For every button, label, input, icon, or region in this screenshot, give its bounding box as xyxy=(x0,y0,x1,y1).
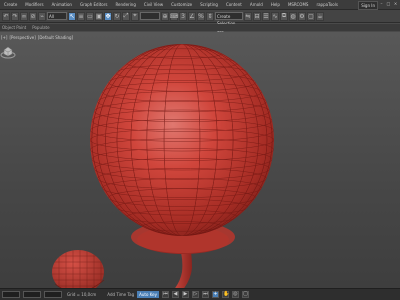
angle-snap-icon[interactable]: ∠ xyxy=(188,11,196,21)
play-icon[interactable]: ▶ xyxy=(181,291,189,298)
z-coordinate-field[interactable] xyxy=(44,291,62,298)
move-icon[interactable]: ✥ xyxy=(104,11,112,21)
align-icon[interactable]: ⊟ xyxy=(253,11,261,21)
grid-size-readout: Grid = 10,0cm xyxy=(67,292,97,297)
window-controls: – □ × xyxy=(379,1,398,7)
previous-frame-icon[interactable]: ◀ xyxy=(171,291,179,298)
orbit-icon[interactable]: ◎ xyxy=(231,291,239,298)
menu-modifiers[interactable]: Modifiers xyxy=(21,0,47,9)
undo-icon[interactable]: ↶ xyxy=(2,11,10,21)
menu-create[interactable]: Create xyxy=(0,0,21,9)
menu-animation[interactable]: Animation xyxy=(48,0,76,9)
keyboard-shortcut-icon[interactable]: ⌨ xyxy=(170,11,178,21)
maximize-button[interactable]: □ xyxy=(386,1,391,7)
percent-snap-icon[interactable]: % xyxy=(197,11,205,21)
material-editor-icon[interactable]: ◍ xyxy=(289,11,297,21)
mirror-icon[interactable]: ⇋ xyxy=(244,11,252,21)
viewcube-icon[interactable] xyxy=(0,44,16,60)
rotate-icon[interactable]: ↻ xyxy=(113,11,121,21)
minimize-button[interactable]: – xyxy=(379,1,384,7)
status-bar: Grid = 10,0cm Add Time Tag Auto Key ⏮ ◀ … xyxy=(0,288,400,300)
bind-icon[interactable]: ⌁ xyxy=(38,11,46,21)
menu-customize[interactable]: Customize xyxy=(167,0,196,9)
menu-arnold[interactable]: Arnold xyxy=(246,0,267,9)
menu-scripting[interactable]: Scripting xyxy=(196,0,222,9)
curve-editor-icon[interactable]: ∿ xyxy=(271,11,279,21)
y-coordinate-field[interactable] xyxy=(23,291,41,298)
pan-view-icon[interactable]: ✋ xyxy=(221,291,229,298)
maximize-viewport-icon[interactable]: ▢ xyxy=(241,291,249,298)
ribbon-tab-object-paint[interactable]: Object Paint xyxy=(2,25,26,30)
pivot-center-icon[interactable]: ⊕ xyxy=(161,11,169,21)
perspective-viewport[interactable]: [+] [Perspective] [Default Shading] xyxy=(0,32,400,288)
window-crossing-icon[interactable]: ▣ xyxy=(95,11,103,21)
next-frame-icon[interactable]: ▷ xyxy=(191,291,199,298)
viewport-point-of-view[interactable]: [Perspective] xyxy=(9,35,35,41)
close-button[interactable]: × xyxy=(393,1,398,7)
main-toolbar: ↶ ↷ ∞ ⊘ ⌁ All ↖ ≡ ▭ ▣ ✥ ↻ ⤢ ⌖ ⊕ ⌨ 3 ∠ % … xyxy=(0,10,400,33)
ribbon-tab-populate[interactable]: Populate xyxy=(32,25,49,30)
place-icon[interactable]: ⌖ xyxy=(131,11,139,21)
menu-rendering[interactable]: Rendering xyxy=(111,0,139,9)
go-to-end-icon[interactable]: ⏭ xyxy=(201,291,209,298)
menu-rappatools[interactable]: rappaTools xyxy=(312,0,341,9)
render-icon[interactable]: ☕ xyxy=(316,11,324,21)
menu-graph-editors[interactable]: Graph Editors xyxy=(76,0,111,9)
sign-in-button[interactable]: Sign In xyxy=(358,1,378,10)
rendered-frame-icon[interactable]: ▢ xyxy=(307,11,315,21)
schematic-view-icon[interactable]: ⧉ xyxy=(280,11,288,21)
layer-icon[interactable]: ☰ xyxy=(262,11,270,21)
mount-disk xyxy=(52,250,104,288)
menu-msrcoms[interactable]: MSRCOMS xyxy=(284,0,313,9)
select-object-icon[interactable]: ↖ xyxy=(68,11,76,21)
viewport-label[interactable]: [+] [Perspective] [Default Shading] xyxy=(0,35,73,41)
scale-icon[interactable]: ⤢ xyxy=(122,11,130,21)
zoom-extents-icon[interactable]: + xyxy=(211,291,219,298)
select-by-name-icon[interactable]: ≡ xyxy=(77,11,85,21)
render-setup-icon[interactable]: ⚙ xyxy=(298,11,306,21)
go-to-start-icon[interactable]: ⏮ xyxy=(161,291,169,298)
unlink-icon[interactable]: ⊘ xyxy=(29,11,37,21)
menu-bar: Create Modifiers Animation Graph Editors… xyxy=(0,0,400,10)
reference-coordinate-dropdown[interactable] xyxy=(140,12,160,20)
menu-civil-view[interactable]: Civil View xyxy=(140,0,167,9)
named-selection-set-dropdown[interactable]: Create Selection Set xyxy=(215,12,243,33)
add-time-tag-button[interactable]: Add Time Tag xyxy=(107,292,134,297)
auto-key-button[interactable]: Auto Key xyxy=(137,291,159,298)
menu-help[interactable]: Help xyxy=(267,0,284,9)
spinner-snap-icon[interactable]: ⇕ xyxy=(206,11,214,21)
viewport-shading-mode[interactable]: [Default Shading] xyxy=(38,35,73,41)
link-icon[interactable]: ∞ xyxy=(20,11,28,21)
redo-icon[interactable]: ↷ xyxy=(11,11,19,21)
snap-toggle-icon[interactable]: 3 xyxy=(179,11,187,21)
rectangle-selection-icon[interactable]: ▭ xyxy=(86,11,94,21)
x-coordinate-field[interactable] xyxy=(2,291,20,298)
selection-filter-dropdown[interactable]: All xyxy=(47,12,67,20)
ribbon-bar: Object Paint Populate xyxy=(0,24,400,31)
viewport-plus-menu[interactable]: [+] xyxy=(1,35,7,41)
menu-content[interactable]: Content xyxy=(222,0,246,9)
viewport-scene xyxy=(52,44,274,288)
